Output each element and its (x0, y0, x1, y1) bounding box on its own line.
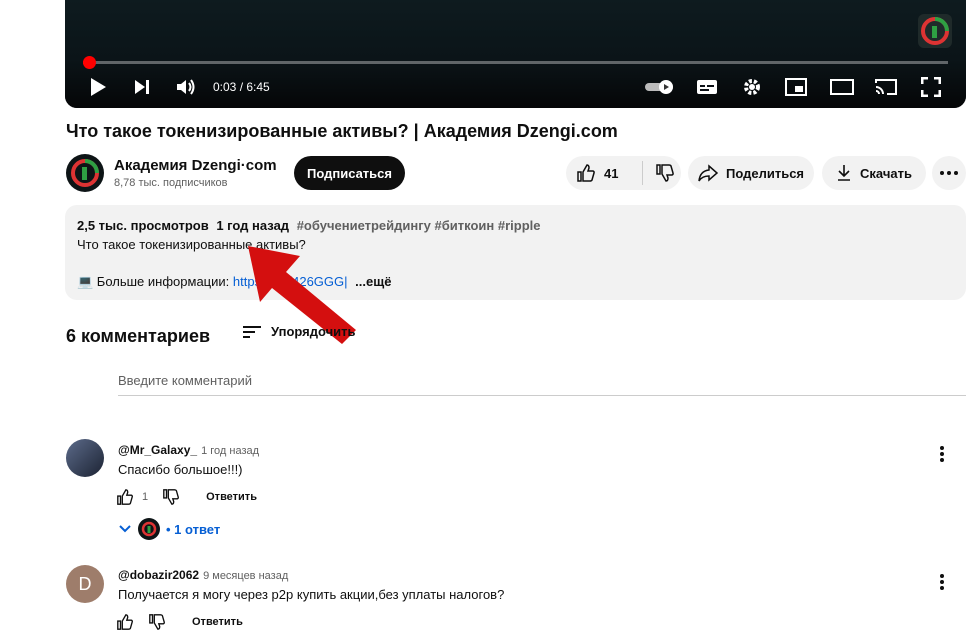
autoplay-toggle-icon (645, 80, 673, 94)
reply-button[interactable]: Ответить (192, 616, 243, 628)
comment-actions: Ответить (116, 613, 243, 631)
publish-date: 1 год назад (216, 218, 290, 233)
comments-count: 6 комментариев (66, 326, 211, 346)
thumbs-up-icon[interactable] (116, 613, 134, 631)
sort-comments-button[interactable]: Упорядочить (243, 324, 356, 339)
dislike-button[interactable] (643, 163, 675, 183)
theater-mode-button[interactable] (829, 74, 855, 100)
chevron-down-icon (119, 525, 131, 533)
comment-actions: 1 Ответить (116, 488, 257, 506)
comment-avatar[interactable]: D (66, 565, 104, 603)
like-dislike-group: 41 (566, 156, 681, 190)
cast-button[interactable] (873, 74, 899, 100)
comment-header: @dobazir2062 9 месяцев назад (118, 566, 288, 584)
channel-watermark-logo[interactable] (918, 14, 952, 48)
comment-author[interactable]: @dobazir2062 (118, 568, 199, 582)
progress-bar[interactable] (83, 56, 948, 69)
autoplay-toggle[interactable] (643, 74, 677, 100)
view-count: 2,5 тыс. просмотров (77, 218, 209, 233)
miniplayer-button[interactable] (784, 74, 808, 100)
sort-label: Упорядочить (271, 324, 356, 339)
download-label: Скачать (860, 165, 912, 181)
reply-button[interactable]: Ответить (206, 491, 257, 503)
like-count: 41 (604, 165, 619, 181)
avatar-letter: D (78, 573, 92, 594)
subtitles-button[interactable] (695, 74, 719, 100)
description-meta: 2,5 тыс. просмотров 1 год назад #обучени… (77, 218, 540, 233)
gear-icon (744, 79, 760, 95)
comment-header: @Mr_Galaxy_ 1 год назад (118, 441, 259, 459)
share-icon (698, 164, 718, 182)
subtitles-icon (697, 80, 717, 94)
share-button[interactable]: Поделиться (688, 156, 814, 190)
subscribe-button[interactable]: Подписаться (294, 156, 405, 190)
play-button[interactable] (87, 74, 109, 100)
comment-menu-button[interactable] (940, 446, 944, 467)
description-box[interactable]: 2,5 тыс. просмотров 1 год назад #обучени… (65, 205, 966, 300)
volume-button[interactable] (173, 74, 199, 100)
cast-icon (875, 79, 897, 95)
like-button[interactable]: 41 (566, 163, 638, 183)
show-more-button[interactable]: ...ещё (355, 274, 391, 289)
play-icon (91, 78, 106, 96)
sort-icon (243, 325, 261, 338)
description-text: Что такое токенизированные активы? (77, 237, 306, 252)
thumbs-down-icon[interactable] (148, 613, 166, 631)
next-button[interactable] (131, 74, 153, 100)
comment-text: Получается я могу через p2p купить акции… (118, 587, 505, 602)
comment-input[interactable]: Введите комментарий (118, 373, 966, 396)
video-title: Что такое токенизированные активы? | Ака… (66, 121, 618, 141)
channel-avatar[interactable] (66, 154, 104, 192)
comment-menu-button[interactable] (940, 574, 944, 595)
fullscreen-icon (921, 77, 941, 97)
thumbs-up-icon[interactable] (116, 488, 134, 506)
video-player[interactable]: 0:03 / 6:45 (65, 0, 966, 108)
more-vertical-icon (940, 446, 944, 462)
comment-time[interactable]: 9 месяцев назад (203, 570, 288, 582)
comment-time[interactable]: 1 год назад (201, 445, 259, 457)
channel-logo-icon (71, 159, 99, 187)
volume-icon (177, 79, 195, 95)
description-more-info: 💻 Больше информации: https://i...j/426GG… (77, 274, 391, 290)
hashtags[interactable]: #обучениетрейдингу #биткоин #ripple (297, 218, 541, 233)
channel-reply-avatar (138, 518, 160, 540)
replies-count: • 1 ответ (166, 521, 221, 537)
fullscreen-button[interactable] (919, 74, 943, 100)
description-link[interactable]: https://i...j/426GGG| (233, 274, 348, 289)
comment-author[interactable]: @Mr_Galaxy_ (118, 443, 197, 457)
download-icon (838, 165, 851, 181)
comment-avatar[interactable] (66, 439, 104, 477)
time-text: 0:03 / 6:45 (213, 80, 270, 94)
subscriber-count: 8,78 тыс. подписчиков (114, 177, 228, 189)
download-button[interactable]: Скачать (822, 156, 926, 190)
theater-mode-icon (830, 79, 854, 95)
more-info-label: 💻 Больше информации: (77, 274, 233, 289)
time-display: 0:03 / 6:45 (213, 74, 270, 100)
more-horizontal-icon (940, 171, 958, 175)
comment-like-count: 1 (142, 491, 149, 503)
share-label: Поделиться (725, 165, 805, 181)
thumbs-down-icon (656, 164, 674, 182)
comment-text: Спасибо большое!!!) (118, 462, 243, 477)
settings-button[interactable] (740, 74, 764, 100)
skip-next-icon (135, 80, 149, 94)
thumbs-up-icon (577, 164, 595, 182)
view-replies-button[interactable]: • 1 ответ (118, 518, 220, 540)
miniplayer-icon (785, 78, 807, 96)
more-vertical-icon (940, 574, 944, 590)
channel-name[interactable]: Академия Dzengi·com (114, 157, 277, 174)
more-actions-button[interactable] (932, 156, 966, 190)
thumbs-down-icon[interactable] (162, 488, 180, 506)
